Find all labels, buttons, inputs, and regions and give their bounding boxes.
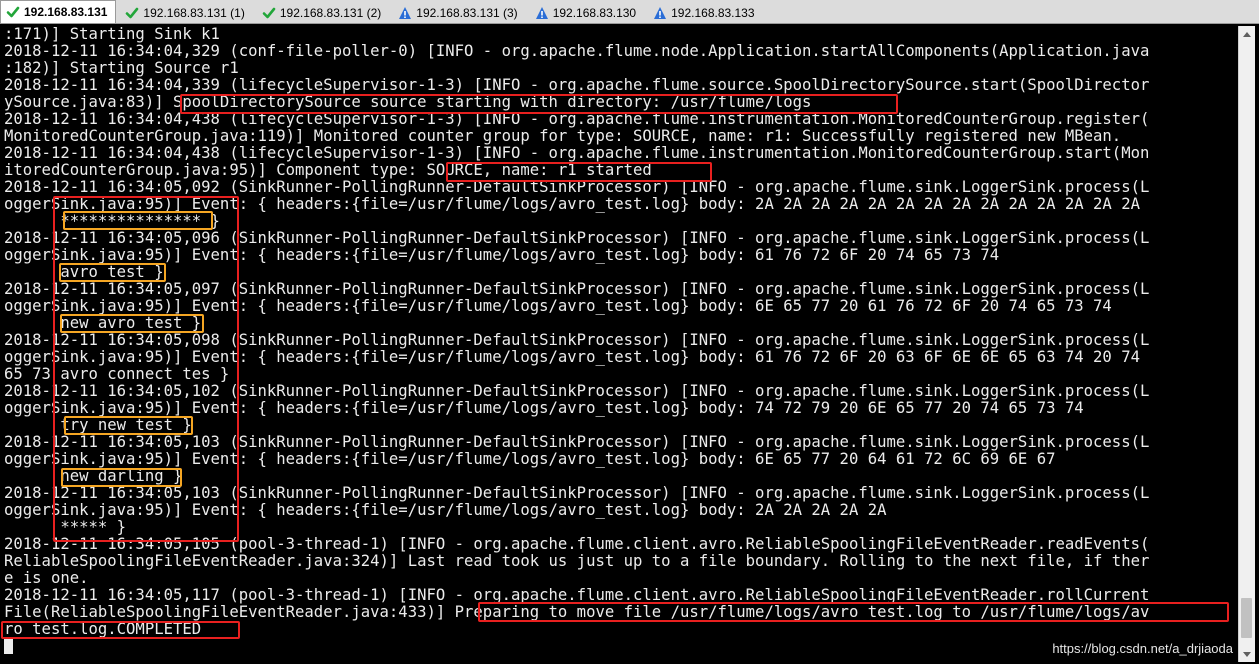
text-cursor <box>4 638 13 654</box>
scroll-thumb[interactable] <box>1241 598 1252 638</box>
terminal-line: new darling } <box>4 467 183 485</box>
session-tab-label: 192.168.83.131 (3) <box>416 6 518 20</box>
terminal-line: 2018-12-11 16:34:05,103 (SinkRunner-Poll… <box>4 433 1150 451</box>
terminal-line: :182)] Starting Source r1 <box>4 59 239 77</box>
terminal-line: 2018-12-11 16:34:05,105 (pool-3-thread-1… <box>4 535 1150 553</box>
terminal-line: itoredCounterGroup.java:95)] Component t… <box>4 161 652 179</box>
terminal-line: oggerSink.java:95)] Event: { headers:{fi… <box>4 246 1000 264</box>
session-tab-label: 192.168.83.133 <box>671 6 755 20</box>
terminal-line: 2018-12-11 16:34:05,092 (SinkRunner-Poll… <box>4 178 1150 196</box>
terminal-line: 2018-12-11 16:34:04,438 (lifecycleSuperv… <box>4 144 1150 162</box>
scroll-down-arrow-icon[interactable] <box>1239 646 1255 662</box>
terminal-line: 2018-12-11 16:34:04,329 (conf-file-polle… <box>4 42 1150 60</box>
terminal-prompt-line[interactable] <box>4 638 1234 655</box>
session-tab-5[interactable]: 192.168.83.133 <box>648 3 762 23</box>
terminal-line: MonitoredCounterGroup.java:119)] Monitor… <box>4 127 1122 145</box>
terminal-line: *************** } <box>4 212 220 230</box>
terminal-line: ySource.java:83)] SpoolDirectorySource s… <box>4 93 812 111</box>
connected-check-icon <box>126 7 139 19</box>
session-tab-3[interactable]: 192.168.83.131 (3) <box>393 3 525 23</box>
session-tab-1[interactable]: 192.168.83.131 (1) <box>120 3 252 23</box>
terminal-line: e is one. <box>4 569 89 587</box>
terminal-line: 2018-12-11 16:34:05,103 (SinkRunner-Poll… <box>4 484 1150 502</box>
session-tab-4[interactable]: 192.168.83.130 <box>530 3 644 23</box>
warning-triangle-icon <box>399 7 412 19</box>
terminal-line: avro test } <box>4 263 164 281</box>
session-tab-bar: 192.168.83.131 192.168.83.131 (1) 192.168.… <box>0 0 1259 24</box>
terminal-line: 65 73 avro connect tes } <box>4 365 230 383</box>
terminal-line: oggerSink.java:95)] Event: { headers:{fi… <box>4 501 887 519</box>
terminal-line: 2018-12-11 16:34:05,098 (SinkRunner-Poll… <box>4 331 1150 349</box>
session-tab-label: 192.168.83.131 <box>24 5 108 19</box>
session-tab-label: 192.168.83.131 (2) <box>279 6 382 20</box>
session-tab-label: 192.168.83.130 <box>552 6 637 20</box>
terminal-line: oggerSink.java:95)] Event: { headers:{fi… <box>4 348 1140 366</box>
terminal-line: 2018-12-11 16:34:04,339 (lifecycleSuperv… <box>4 76 1150 94</box>
warning-triangle-icon <box>654 7 667 19</box>
terminal-line: ***** } <box>4 518 127 536</box>
terminal-line: oggerSink.java:95)] Event: { headers:{fi… <box>4 450 1056 468</box>
terminal-line: 2018-12-11 16:34:05,097 (SinkRunner-Poll… <box>4 280 1150 298</box>
terminal-line: try new test } <box>4 416 192 434</box>
terminal-line: ReliableSpoolingFileEventReader.java:324… <box>4 552 1150 570</box>
terminal-scrollbar[interactable] <box>1238 26 1255 662</box>
terminal-line: new avro test } <box>4 314 202 332</box>
terminal-line: oggerSink.java:95)] Event: { headers:{fi… <box>4 399 1084 417</box>
scroll-up-arrow-icon[interactable] <box>1239 26 1255 42</box>
session-tab-2[interactable]: 192.168.83.131 (2) <box>257 3 389 23</box>
terminal-line: oggerSink.java:95)] Event: { headers:{fi… <box>4 195 1140 213</box>
terminal-line: oggerSink.java:95)] Event: { headers:{fi… <box>4 297 1112 315</box>
watermark-url: https://blog.csdn.net/a_drjiaoda <box>1052 641 1233 656</box>
connected-check-icon <box>6 6 20 18</box>
terminal-line: 2018-12-11 16:34:05,096 (SinkRunner-Poll… <box>4 229 1150 247</box>
terminal-output[interactable]: :171)] Starting Sink k1 2018-12-11 16:34:… <box>4 26 1234 660</box>
warning-triangle-icon <box>535 7 548 19</box>
terminal-line: ro_test.log.COMPLETED <box>4 620 202 638</box>
connected-check-icon <box>262 7 276 19</box>
session-tab-label: 192.168.83.131 (1) <box>143 6 245 20</box>
terminal-line: File(ReliableSpoolingFileEventReader.jav… <box>4 603 1150 621</box>
session-tab-0[interactable]: 192.168.83.131 <box>0 0 117 23</box>
terminal-line: 2018-12-11 16:34:05,117 (pool-3-thread-1… <box>4 586 1150 604</box>
terminal-line: :171)] Starting Sink k1 <box>4 26 220 43</box>
terminal-line: 2018-12-11 16:34:04,438 (lifecycleSuperv… <box>4 110 1150 128</box>
terminal-line: 2018-12-11 16:34:05,102 (SinkRunner-Poll… <box>4 382 1150 400</box>
